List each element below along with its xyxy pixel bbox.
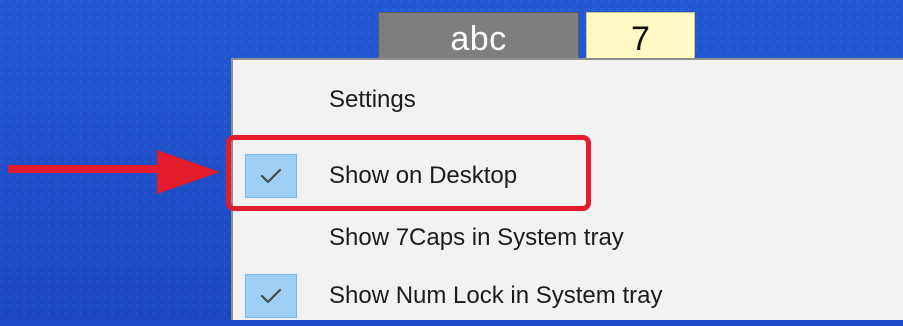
menu-item-label: Settings <box>329 86 416 113</box>
menu-item-show-7caps-in-system-tray[interactable]: Show 7Caps in System tray <box>233 208 903 268</box>
menu-item-settings[interactable]: Settings <box>233 70 903 130</box>
menu-item-show-num-lock-in-system-tray[interactable]: Show Num Lock in System tray <box>233 266 903 326</box>
menu-item-label: Show on Desktop <box>329 162 518 189</box>
checkmark-icon <box>245 274 297 318</box>
checkmark-icon <box>245 154 297 198</box>
menu-item-show-on-desktop[interactable]: Show on Desktop <box>233 146 903 206</box>
menu-item-label: Show Num Lock in System tray <box>329 282 663 309</box>
caps-lock-indicator[interactable]: abc <box>378 12 579 64</box>
context-menu: Settings Show on Desktop Show 7Caps in S… <box>231 58 903 320</box>
num-lock-indicator[interactable]: 7 <box>586 12 695 64</box>
menu-item-label: Show 7Caps in System tray <box>329 224 624 251</box>
